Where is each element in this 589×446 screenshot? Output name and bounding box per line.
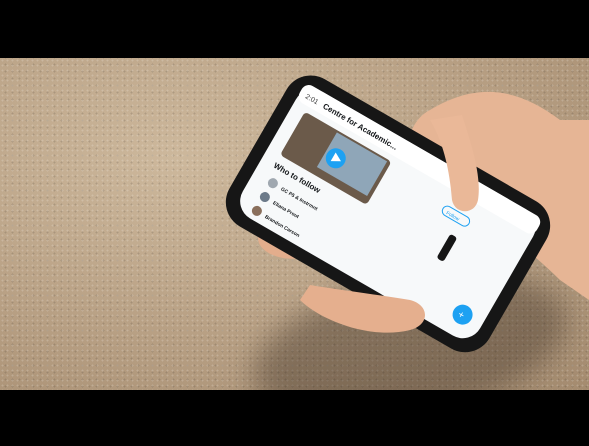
photo-scene: 2:01 Centre for Academic... Follow Who t… [0,58,589,390]
letterbox-bottom [0,390,589,446]
letterbox-top [0,0,589,58]
video-frame: 2:01 Centre for Academic... Follow Who t… [0,0,589,446]
scene-illustration: 2:01 Centre for Academic... Follow Who t… [225,75,589,353]
